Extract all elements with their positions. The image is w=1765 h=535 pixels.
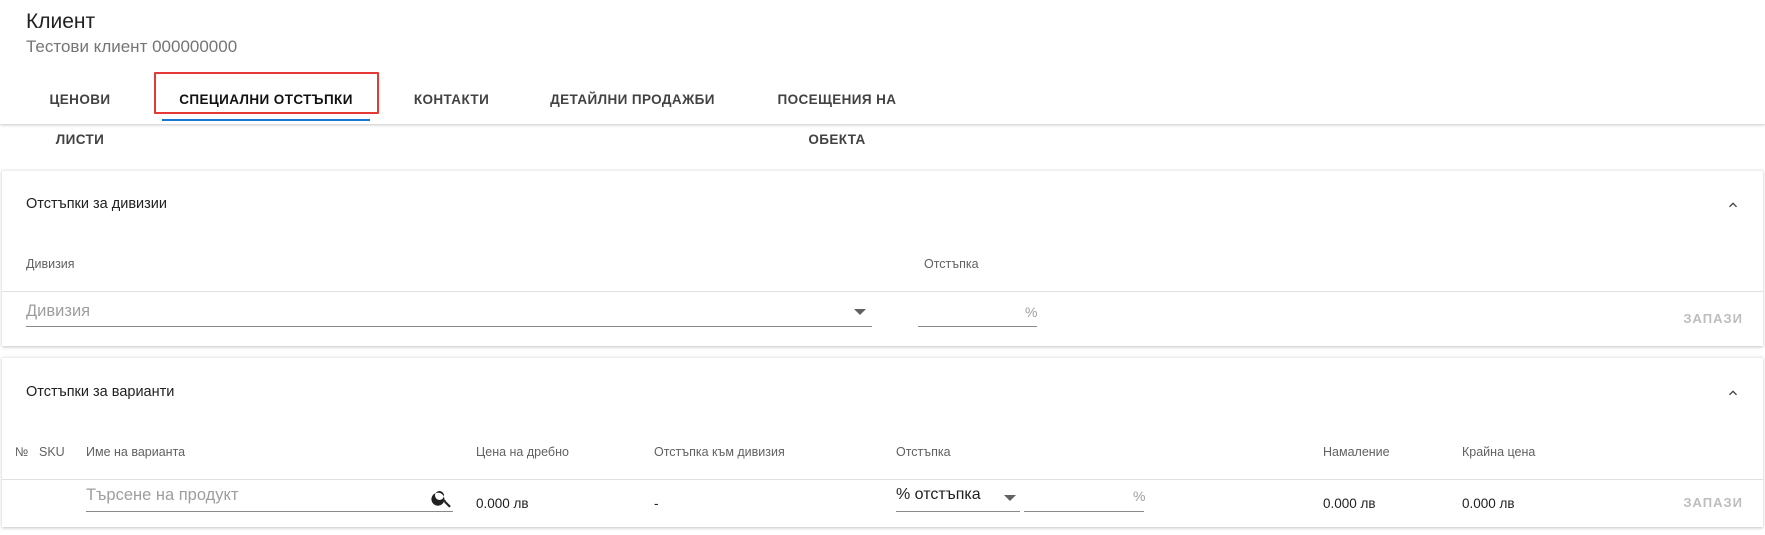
discount-type-underline: [896, 511, 1020, 512]
column-number: №: [15, 445, 29, 459]
dropdown-arrow-icon[interactable]: [854, 309, 866, 315]
variant-discounts-panel: Отстъпки за варианти № SKU Име на вариан…: [2, 357, 1763, 527]
tab-highlight-box: [154, 72, 379, 114]
column-discount: Отстъпка: [896, 445, 951, 459]
save-division-discount-button[interactable]: ЗАПАЗИ: [1683, 311, 1743, 326]
division-discount-value: -: [654, 496, 659, 511]
search-icon[interactable]: [430, 486, 454, 510]
percent-suffix: %: [1025, 304, 1038, 320]
column-division-discount: Отстъпка към дивизия: [654, 445, 785, 459]
discount-value-underline: [1024, 511, 1144, 512]
product-search-input[interactable]: Търсене на продукт: [86, 486, 426, 505]
tab-detailed-sales[interactable]: ДЕТАЙЛНИ ПРОДАЖБИ: [545, 80, 720, 124]
retail-price-value: 0.000 лв: [476, 496, 529, 511]
reduction-value: 0.000 лв: [1323, 496, 1376, 511]
row-divider: [2, 479, 1763, 480]
variant-panel-title: Отстъпки за варианти: [26, 384, 175, 400]
client-name: Тестови клиент 000000000: [26, 37, 238, 56]
column-variant-name: Име на варианта: [86, 445, 186, 459]
discount-value-input[interactable]: [1024, 484, 1129, 508]
active-tab-indicator: [162, 119, 370, 121]
column-final-price: Крайна цена: [1462, 445, 1536, 459]
client-header: Клиент Тестови клиент 000000000 ЦЕНОВИ Л…: [0, 0, 1765, 147]
division-discounts-panel: Отстъпки за дивизии Дивизия Отстъпка Див…: [2, 170, 1763, 346]
save-variant-discount-button[interactable]: ЗАПАЗИ: [1683, 495, 1743, 510]
row-divider: [2, 291, 1763, 292]
discount-input[interactable]: [918, 301, 1018, 325]
division-select-underline: [26, 326, 872, 327]
division-select[interactable]: Дивизия: [26, 302, 876, 321]
tab-price-lists[interactable]: ЦЕНОВИ ЛИСТИ: [24, 80, 136, 147]
column-sku: SKU: [39, 445, 65, 459]
discount-type-select[interactable]: % отстъпка: [896, 486, 1018, 504]
page-title: Клиент: [26, 10, 96, 33]
tab-contacts[interactable]: КОНТАКТИ: [404, 80, 499, 124]
tab-site-visits[interactable]: ПОСЕЩЕНИЯ НА ОБЕКТА: [752, 80, 922, 147]
final-price-value: 0.000 лв: [1462, 496, 1515, 511]
column-retail-price: Цена на дребно: [476, 445, 569, 459]
column-discount: Отстъпка: [924, 257, 979, 271]
chevron-up-icon[interactable]: [1725, 197, 1741, 213]
dropdown-arrow-icon[interactable]: [1004, 495, 1016, 501]
chevron-up-icon[interactable]: [1725, 385, 1741, 401]
percent-suffix: %: [1133, 488, 1146, 504]
division-panel-title: Отстъпки за дивизии: [26, 196, 167, 212]
discount-input-underline: [918, 326, 1037, 327]
column-reduction: Намаление: [1323, 445, 1390, 459]
page: Клиент Тестови клиент 000000000 ЦЕНОВИ Л…: [0, 0, 1765, 535]
search-underline: [86, 511, 453, 512]
column-division: Дивизия: [26, 257, 75, 271]
